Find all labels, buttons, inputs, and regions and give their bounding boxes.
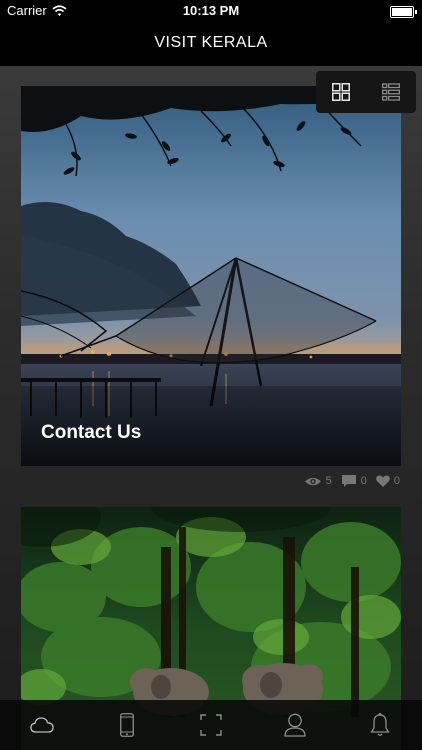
scan-icon	[200, 714, 222, 736]
battery-level	[392, 8, 412, 16]
profile-icon	[284, 713, 307, 737]
list-icon	[382, 83, 400, 101]
list-view-button[interactable]	[366, 71, 416, 113]
card-stats: 5 0 0	[295, 474, 400, 488]
page-title: VISIT KERALA	[154, 34, 268, 51]
grid-icon	[332, 83, 350, 101]
tab-phone[interactable]	[97, 700, 157, 750]
app-screen: Carrier 10:13 PM VISIT KERALA Contact Us…	[0, 0, 422, 750]
grid-view-button[interactable]	[316, 71, 366, 113]
heart-icon	[375, 475, 390, 487]
bell-icon	[370, 713, 390, 736]
comment-icon	[341, 475, 356, 487]
card-title: Contact Us	[41, 422, 142, 443]
tab-scan[interactable]	[181, 700, 241, 750]
comments-stat: 0	[341, 474, 367, 488]
views-count: 5	[325, 475, 332, 487]
tab-profile[interactable]	[265, 700, 325, 750]
views-stat: 5	[304, 475, 332, 487]
status-bar: Carrier 10:13 PM	[0, 0, 422, 22]
status-time: 10:13 PM	[182, 3, 240, 18]
battery-icon	[390, 6, 417, 18]
cloud-icon	[30, 717, 54, 733]
phone-icon	[119, 713, 134, 737]
tab-bar	[0, 700, 422, 750]
card-image-fishing-nets	[21, 86, 401, 466]
tab-cloud[interactable]	[12, 700, 72, 750]
nav-bar: VISIT KERALA	[0, 22, 422, 66]
likes-count: 0	[393, 475, 400, 487]
content-card[interactable]: Contact Us	[21, 86, 401, 466]
view-toggle	[316, 71, 416, 113]
eye-icon	[304, 477, 321, 485]
tab-notifications[interactable]	[350, 700, 410, 750]
comments-count: 0	[360, 475, 367, 487]
likes-stat: 0	[375, 475, 400, 487]
